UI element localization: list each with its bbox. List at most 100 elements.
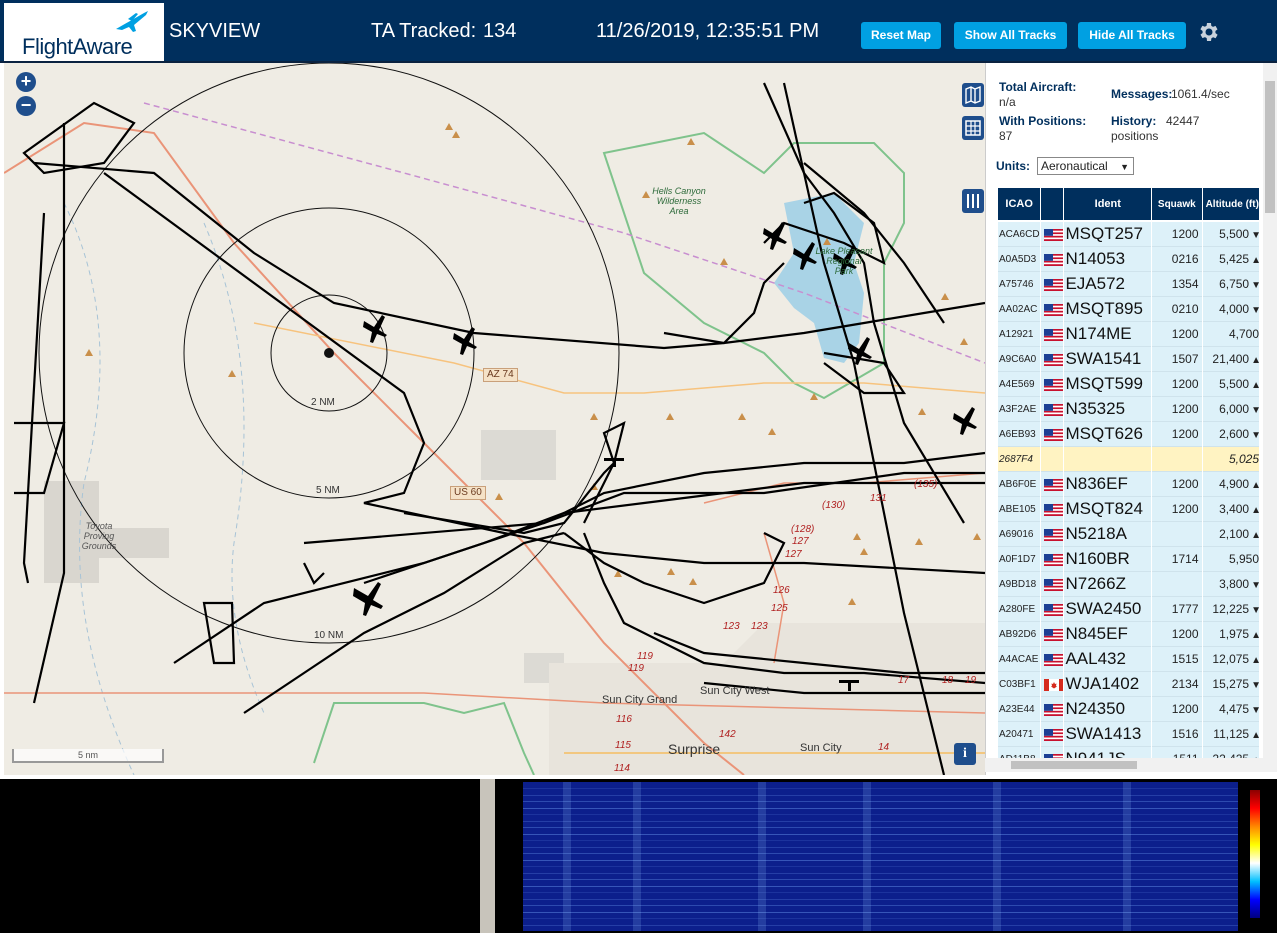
table-row[interactable]: C03BF1WJA1402213415,275▼ (998, 672, 1259, 697)
table-row[interactable]: A4E569MSQT59912005,500▲ (998, 372, 1259, 397)
squawk-cell: 1777 (1152, 597, 1202, 622)
table-row[interactable]: 2687F4 5,025 (998, 447, 1259, 472)
altitude-trend-icon: ▲ (1251, 255, 1259, 266)
waterfall-column (758, 782, 766, 931)
us60-shield: US 60 (450, 486, 486, 500)
table-row[interactable]: A9C6A0SWA1541150721,400▲ (998, 347, 1259, 372)
map-scale-bar: 5 nm (12, 749, 164, 763)
us-flag-icon (1044, 328, 1064, 341)
ident-cell: N14053 (1064, 247, 1152, 272)
us-flag-icon (1044, 578, 1064, 591)
hide-all-tracks-button[interactable]: Hide All Tracks (1078, 22, 1186, 49)
us-flag-icon (1044, 703, 1064, 716)
vertical-scrollbar[interactable] (1263, 63, 1277, 758)
altitude-cell: 5,500▲ (1202, 372, 1259, 397)
squawk-cell: 1200 (1152, 697, 1202, 722)
table-row[interactable]: A12921 N174ME 1200 4,700 (998, 322, 1259, 347)
flag-cell (1041, 722, 1064, 747)
table-header-row: ICAO Ident Squawk Altitude (ft) (998, 188, 1259, 222)
column-header-altitude[interactable]: Altitude (ft) (1202, 188, 1259, 222)
table-row[interactable]: A0F1D7 N160BR 1714 5,950 (998, 547, 1259, 572)
scrollbar-thumb[interactable] (1265, 81, 1275, 213)
altitude-cell: 4,475▼ (1202, 697, 1259, 722)
squawk-cell: 1516 (1152, 722, 1202, 747)
road-number: 17 (898, 675, 910, 686)
horizontal-scrollbar[interactable] (985, 758, 1277, 772)
column-header-flag[interactable] (1041, 188, 1064, 222)
map-view[interactable]: + − 2 NM 5 NM 10 NM Hells Canyon Wildern… (4, 63, 985, 775)
table-row[interactable]: ABE105MSQT82412003,400▲ (998, 497, 1259, 522)
table-row[interactable]: A3F2AEN3532512006,000▼ (998, 397, 1259, 422)
table-row[interactable]: A75746EJA57213546,750▼ (998, 272, 1259, 297)
table-row[interactable]: A280FESWA2450177712,225▼ (998, 597, 1259, 622)
app-title: SKYVIEW (169, 20, 261, 42)
column-header-icao[interactable]: ICAO (998, 188, 1041, 222)
table-row[interactable]: AB6F0EN836EF12004,900▲ (998, 472, 1259, 497)
altitude-value: 5,500 (1219, 227, 1250, 241)
icao-cell: ABE105 (998, 497, 1041, 522)
table-row[interactable]: ACA6CDMSQT25712005,500▼ (998, 222, 1259, 247)
road-number: (128) (791, 524, 815, 535)
ident-cell: N174ME (1064, 322, 1152, 347)
zoom-in-button[interactable]: + (16, 72, 36, 92)
flag-cell (1041, 497, 1064, 522)
altitude-cell: 2,600▼ (1202, 422, 1259, 447)
squawk-cell: 2134 (1152, 672, 1202, 697)
altitude-value: 21,400 (1212, 352, 1250, 366)
table-row[interactable]: AB92D6N845EF12001,975▲ (998, 622, 1259, 647)
icao-cell: A69016 (998, 522, 1041, 547)
altitude-trend-icon: ▲ (1251, 530, 1259, 541)
us-flag-icon (1044, 603, 1064, 616)
altitude-trend-icon: ▲ (1251, 355, 1259, 366)
messages-value: 1061.4/sec (1171, 87, 1230, 101)
column-header-squawk[interactable]: Squawk (1152, 188, 1202, 222)
aircraft-table-container[interactable]: ICAO Ident Squawk Altitude (ft) ACA6CD MS… (997, 188, 1259, 760)
map-layers-icon[interactable] (962, 83, 984, 107)
flag-cell (1041, 272, 1064, 297)
units-select[interactable]: Aeronautical ▼ (1037, 157, 1134, 175)
panel-divider[interactable] (480, 779, 495, 933)
table-row[interactable]: A23E44N2435012004,475▼ (998, 697, 1259, 722)
flag-cell (1041, 247, 1064, 272)
ident-cell: N845EF (1064, 622, 1152, 647)
grid-icon[interactable] (962, 116, 984, 140)
flag-cell (1041, 472, 1064, 497)
altitude-value: 12,075 (1212, 652, 1250, 666)
scrollbar-thumb[interactable] (1011, 761, 1137, 769)
squawk-cell: 1200 (1152, 397, 1202, 422)
sun-city-label: Sun City (800, 742, 842, 754)
show-all-tracks-button[interactable]: Show All Tracks (954, 22, 1067, 49)
table-row[interactable]: A6EB93MSQT62612002,600▼ (998, 422, 1259, 447)
table-row[interactable]: A9BD18 N7266Z 3,800▼ (998, 572, 1259, 597)
flag-cell (1041, 597, 1064, 622)
road-number: 127 (785, 549, 802, 560)
squawk-cell: 1200 (1152, 322, 1202, 347)
flag-cell (1041, 672, 1064, 697)
altitude-value: 5,425 (1219, 252, 1250, 266)
table-row[interactable]: A0A5D3N1405302165,425▲ (998, 247, 1259, 272)
squawk-cell: 1200 (1152, 372, 1202, 397)
history-unit: positions (1111, 129, 1159, 143)
flag-cell (1041, 372, 1064, 397)
table-row[interactable]: AA02ACMSQT89502104,000▼ (998, 297, 1259, 322)
plane-logo-icon (116, 11, 148, 32)
table-row[interactable]: A4ACAEAAL432151512,075▲ (998, 647, 1259, 672)
us-flag-icon (1044, 253, 1064, 266)
altitude-value: 1,975 (1219, 627, 1250, 641)
info-button[interactable]: i (954, 743, 976, 765)
zoom-out-button[interactable]: − (16, 96, 36, 116)
flightaware-logo[interactable]: FlightAware (4, 3, 164, 61)
flag-cell (1041, 422, 1064, 447)
reset-map-button[interactable]: Reset Map (861, 22, 941, 49)
us-flag-icon (1044, 428, 1064, 441)
hells-canyon-label: Hells Canyon Wilderness Area (652, 186, 706, 216)
with-positions-label: With Positions: (999, 114, 1087, 128)
ident-cell: MSQT626 (1064, 422, 1152, 447)
icao-cell: A0F1D7 (998, 547, 1041, 572)
gear-icon[interactable] (1196, 20, 1220, 44)
column-header-ident[interactable]: Ident (1064, 188, 1152, 222)
altitude-trend-icon: ▼ (1251, 430, 1259, 441)
table-row[interactable]: A69016 N5218A 2,100▲ (998, 522, 1259, 547)
table-row[interactable]: A20471SWA1413151611,125▲ (998, 722, 1259, 747)
columns-icon[interactable] (962, 189, 984, 213)
